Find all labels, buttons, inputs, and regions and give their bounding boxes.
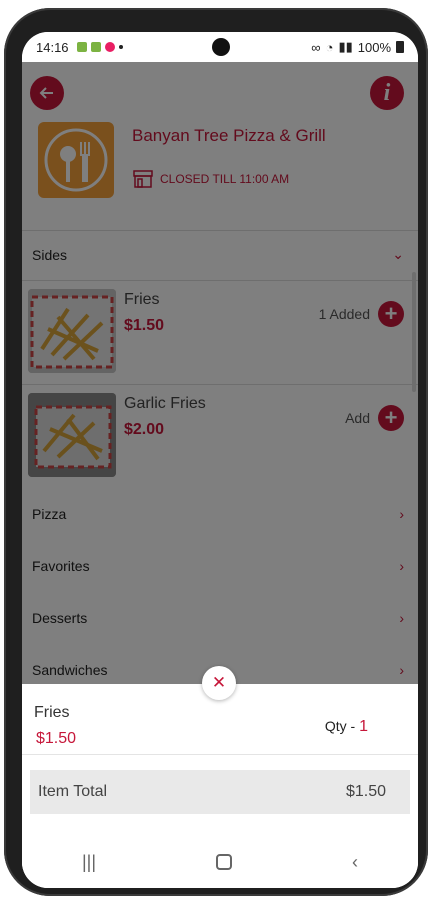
chevron-down-icon: ⌄	[392, 246, 404, 262]
menu-item-garlic-fries[interactable]: Garlic Fries $2.00 Add +	[22, 384, 418, 484]
spoon-fork-icon	[44, 128, 108, 192]
item-price: $1.50	[124, 317, 165, 334]
front-camera	[212, 38, 230, 56]
section-label: Desserts	[32, 610, 88, 626]
add-label: Add	[345, 410, 370, 426]
garlic-fries-image	[28, 393, 116, 477]
menu-item-fries[interactable]: Fries $1.50 1 Added +	[22, 280, 418, 380]
back-nav-icon[interactable]: ‹	[352, 852, 358, 873]
section-label: Favorites	[32, 558, 90, 574]
photos-icon	[104, 42, 115, 52]
divider	[22, 754, 418, 755]
notification-icons	[76, 42, 123, 52]
fries-photo-icon	[28, 289, 116, 373]
android-icon	[76, 42, 87, 52]
wifi-icon: ◔	[325, 39, 334, 55]
chevron-right-icon: ›	[399, 506, 404, 522]
plus-icon[interactable]: +	[378, 405, 404, 431]
bottom-sheet: Fries $1.50 Qty - 1 Item Total $1.50	[22, 684, 418, 836]
sheet-item-name: Fries	[34, 704, 70, 721]
back-button[interactable]	[30, 76, 64, 110]
restaurant-header: Banyan Tree Pizza & Grill CLOSED TILL 11…	[22, 114, 418, 210]
chevron-right-icon: ›	[399, 662, 404, 678]
info-icon: i	[383, 79, 391, 106]
link-icon: ∞	[311, 39, 321, 55]
screen: 14:16 ∞ ◔ ▮▮ 100% i Banyan Tree Pizza & …	[22, 32, 418, 888]
section-label: Sandwiches	[32, 662, 108, 678]
status-bar: 14:16 ∞ ◔ ▮▮ 100%	[22, 32, 418, 62]
chevron-right-icon: ›	[399, 610, 404, 626]
total-label: Item Total	[38, 783, 108, 800]
battery-text: 100%	[357, 39, 391, 55]
phone-frame: 14:16 ∞ ◔ ▮▮ 100% i Banyan Tree Pizza & …	[4, 8, 428, 896]
dot-icon	[118, 45, 123, 49]
item-add-control[interactable]: Add +	[345, 405, 404, 431]
item-add-control[interactable]: 1 Added +	[319, 301, 404, 327]
qty-label: Qty -	[324, 718, 360, 734]
battery-icon	[396, 41, 404, 53]
section-sides[interactable]: Sides ⌄	[22, 230, 418, 278]
section-pizza[interactable]: Pizza ›	[22, 490, 418, 538]
total-value: $1.50	[345, 783, 386, 800]
chevron-right-icon: ›	[399, 558, 404, 574]
status-right: ∞ ◔ ▮▮ 100%	[311, 39, 404, 55]
scrollbar[interactable]	[412, 272, 416, 392]
close-sheet-button[interactable]: ✕	[202, 666, 236, 700]
section-label: Pizza	[32, 506, 67, 522]
restaurant-name: Banyan Tree Pizza & Grill	[132, 126, 326, 145]
section-favorites[interactable]: Favorites ›	[22, 542, 418, 590]
quantity-display: Qty - 1	[325, 718, 368, 736]
qty-value: 1	[359, 718, 368, 735]
section-label: Sides	[32, 246, 68, 263]
store-icon	[133, 170, 153, 188]
added-label: 1 Added	[318, 306, 370, 322]
closed-label: CLOSED TILL 11:00 AM	[160, 172, 290, 186]
close-icon: ✕	[211, 673, 227, 692]
item-total-bar: Item Total $1.50	[30, 770, 410, 814]
garlic-fries-photo-icon	[28, 393, 116, 477]
fries-image	[28, 289, 116, 373]
home-icon[interactable]	[216, 854, 232, 870]
system-nav-bar: ||| ‹	[22, 836, 418, 888]
item-name: Garlic Fries	[124, 395, 206, 412]
restaurant-status: CLOSED TILL 11:00 AM	[132, 168, 289, 190]
info-button[interactable]: i	[370, 76, 404, 110]
status-time: 14:16	[36, 39, 69, 55]
android-icon	[90, 42, 101, 52]
sheet-item-price: $1.50	[36, 730, 77, 747]
plus-icon[interactable]: +	[378, 301, 404, 327]
item-price: $2.00	[124, 421, 165, 438]
recents-icon[interactable]: |||	[82, 852, 96, 873]
item-name: Fries	[124, 291, 160, 308]
restaurant-logo	[38, 122, 114, 198]
arrow-left-icon	[39, 87, 53, 99]
signal-icon: ▮▮	[338, 39, 353, 54]
section-desserts[interactable]: Desserts ›	[22, 594, 418, 642]
